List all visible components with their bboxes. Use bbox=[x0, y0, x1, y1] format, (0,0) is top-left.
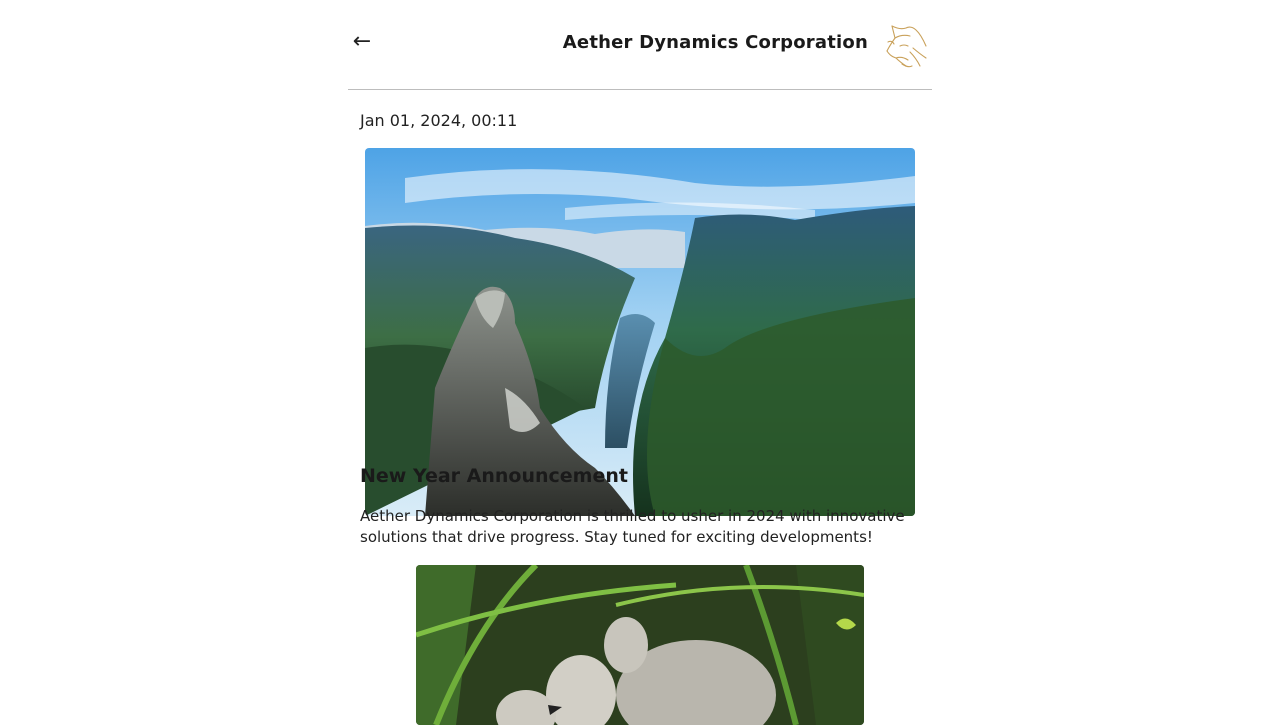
page-header: ← Aether Dynamics Corporation bbox=[348, 0, 932, 90]
post-body: Aether Dynamics Corporation is thrilled … bbox=[360, 507, 905, 546]
next-post-image bbox=[416, 565, 864, 725]
post-page: ← Aether Dynamics Corporation Jan 01, 20… bbox=[348, 0, 932, 725]
company-name: Aether Dynamics Corporation bbox=[562, 32, 868, 53]
back-button[interactable]: ← bbox=[348, 26, 376, 58]
post-hero-image bbox=[365, 148, 915, 516]
post-date: Jan 01, 2024, 00:11 bbox=[360, 111, 518, 130]
cat-logo-icon bbox=[880, 18, 928, 70]
post-title: New Year Announcement bbox=[360, 465, 628, 487]
